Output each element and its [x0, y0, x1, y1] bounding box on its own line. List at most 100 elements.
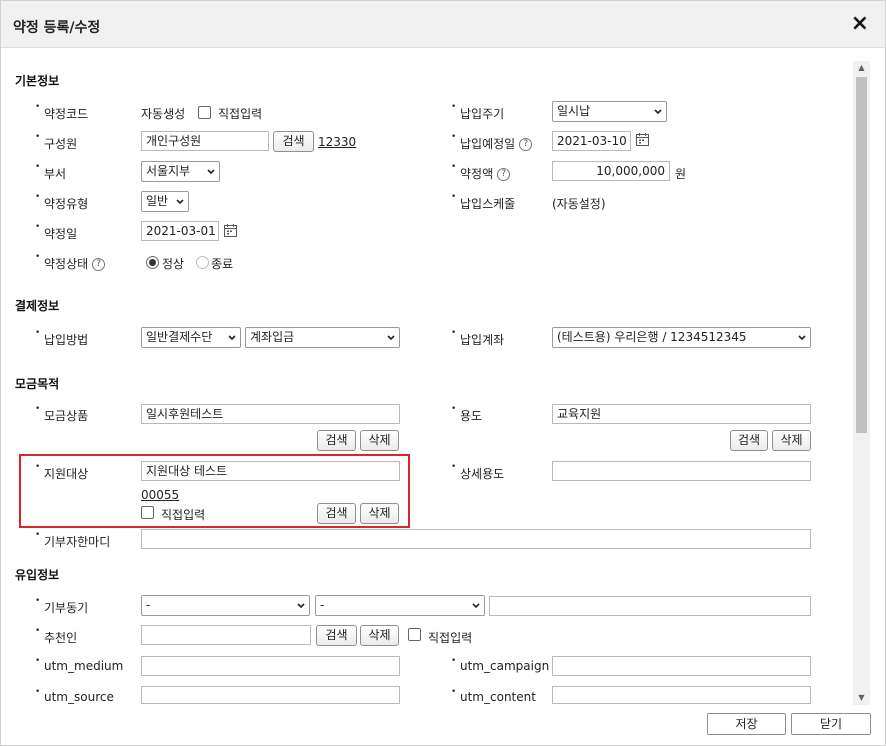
section-payment-info: 결제정보: [15, 299, 60, 313]
chevron-down-icon: [176, 199, 184, 205]
pledge-code-direct-checkbox[interactable]: [198, 106, 211, 119]
usage-search-button[interactable]: 검색: [730, 430, 768, 451]
chevron-down-icon: [297, 603, 305, 609]
member-input[interactable]: 개인구성원: [141, 131, 269, 151]
save-button[interactable]: 저장: [707, 713, 786, 735]
support-target-label: 지원대상: [35, 462, 88, 482]
utm-medium-input[interactable]: [141, 656, 400, 676]
payment-schedule-value: (자동설정): [552, 197, 606, 211]
utm-campaign-input[interactable]: [552, 656, 811, 676]
pledge-type-select[interactable]: 일반: [141, 191, 189, 212]
chevron-down-icon: [207, 169, 215, 175]
payment-account-select-value: (테스트용) 우리은행 / 1234512345: [557, 330, 747, 344]
utm-source-input[interactable]: [141, 686, 400, 704]
payment-cycle-label: 납입주기: [451, 102, 504, 122]
status-end-radio[interactable]: [196, 256, 209, 269]
utm-content-label: utm_content: [451, 687, 536, 704]
donor-message-label: 기부자한마디: [35, 530, 110, 550]
product-input[interactable]: 일시후원테스트: [141, 404, 400, 424]
target-search-button[interactable]: 검색: [317, 503, 356, 524]
help-icon[interactable]: ?: [92, 258, 106, 271]
calendar-icon[interactable]: [224, 224, 237, 237]
pledge-amount-input[interactable]: 10,000,000: [552, 161, 670, 181]
payment-submethod-select[interactable]: 계좌입금: [245, 327, 400, 348]
chevron-down-icon: [228, 335, 236, 341]
motive-text-input[interactable]: [489, 596, 811, 616]
utm-content-input[interactable]: [552, 686, 811, 704]
product-delete-button[interactable]: 삭제: [360, 430, 399, 451]
status-normal-radio[interactable]: [146, 256, 159, 269]
department-select[interactable]: 서울지부: [141, 161, 220, 182]
usage-input[interactable]: 교육지원: [552, 404, 811, 424]
close-icon[interactable]: ×: [851, 12, 869, 36]
chevron-down-icon: [387, 335, 395, 341]
due-date-input[interactable]: 2021-03-10: [552, 131, 631, 151]
pledge-amount-label: 약정액?: [451, 162, 511, 182]
pledge-dialog: 약정 등록/수정 × 기본정보 약정코드 자동생성 직접입력 구성원 개인구성원…: [0, 0, 886, 746]
payment-cycle-select[interactable]: 일시납: [552, 101, 667, 122]
calendar-icon[interactable]: [636, 133, 649, 146]
pledge-type-select-value: 일반: [146, 194, 169, 208]
usage-delete-button[interactable]: 삭제: [772, 430, 811, 451]
pledge-code-auto: 자동생성: [141, 107, 186, 121]
referrer-label: 추천인: [35, 626, 77, 646]
product-search-button[interactable]: 검색: [317, 430, 356, 451]
referrer-delete-button[interactable]: 삭제: [360, 625, 399, 646]
member-label: 구성원: [35, 132, 77, 152]
target-delete-button[interactable]: 삭제: [360, 503, 399, 524]
utm-campaign-label: utm_campaign: [451, 656, 549, 673]
help-icon[interactable]: ?: [519, 138, 533, 151]
pledge-status-label-text: 약정상태: [44, 257, 89, 271]
support-target-direct-checkbox[interactable]: [141, 506, 154, 519]
utm-medium-label: utm_medium: [35, 656, 123, 673]
referrer-input[interactable]: [141, 625, 311, 645]
member-id-link[interactable]: 12330: [318, 135, 356, 149]
motive-select-2-value: -: [320, 598, 325, 612]
section-basic-info: 기본정보: [15, 74, 60, 88]
scroll-thumb[interactable]: [856, 77, 867, 433]
scroll-up-icon[interactable]: ▲: [853, 61, 870, 75]
close-button[interactable]: 닫기: [791, 713, 871, 735]
due-date-label-text: 납입예정일: [460, 137, 516, 151]
donor-message-input[interactable]: [141, 529, 811, 549]
detail-usage-label: 상세용도: [451, 462, 504, 482]
department-label: 부서: [35, 162, 66, 182]
pledge-date-input[interactable]: 2021-03-01: [141, 221, 219, 241]
product-label: 모금상품: [35, 404, 88, 424]
motive-select-1[interactable]: -: [141, 595, 310, 616]
referrer-direct-label: 직접입력: [428, 631, 473, 645]
pledge-code-label: 약정코드: [35, 102, 88, 122]
status-end-label: 종료: [211, 257, 234, 271]
scroll-down-icon[interactable]: ▼: [853, 691, 870, 705]
payment-account-label: 납입계좌: [451, 328, 504, 348]
status-normal-label: 정상: [162, 257, 185, 271]
payment-cycle-select-value: 일시납: [557, 104, 591, 118]
dialog-title: 약정 등록/수정: [13, 20, 101, 36]
support-target-input[interactable]: 지원대상 테스트: [141, 461, 400, 481]
motive-label: 기부동기: [35, 596, 88, 616]
motive-select-2[interactable]: -: [315, 595, 485, 616]
dialog-titlebar: 약정 등록/수정 ×: [1, 1, 885, 48]
section-inflow-info: 유입정보: [15, 568, 60, 582]
due-date-label: 납입예정일?: [451, 132, 533, 152]
amount-unit: 원: [675, 167, 687, 181]
chevron-down-icon: [472, 603, 480, 609]
pledge-amount-label-text: 약정액: [460, 167, 494, 181]
referrer-direct-checkbox[interactable]: [408, 628, 421, 641]
section-purpose: 모금목적: [15, 377, 60, 391]
payment-method-select[interactable]: 일반결제수단: [141, 327, 241, 348]
support-target-direct-label: 직접입력: [161, 508, 206, 522]
support-target-id-link[interactable]: 00055: [141, 488, 179, 502]
motive-select-1-value: -: [146, 598, 151, 612]
payment-method-label: 납입방법: [35, 328, 88, 348]
chevron-down-icon: [798, 335, 806, 341]
help-icon[interactable]: ?: [497, 168, 511, 181]
member-search-button[interactable]: 검색: [273, 131, 314, 152]
referrer-search-button[interactable]: 검색: [316, 625, 357, 646]
vertical-scrollbar[interactable]: ▲ ▼: [853, 61, 870, 705]
detail-usage-input[interactable]: [552, 461, 811, 481]
pledge-date-label: 약정일: [35, 222, 77, 242]
pledge-type-label: 약정유형: [35, 192, 88, 212]
pledge-code-direct-label: 직접입력: [218, 107, 263, 121]
payment-account-select[interactable]: (테스트용) 우리은행 / 1234512345: [552, 327, 811, 348]
